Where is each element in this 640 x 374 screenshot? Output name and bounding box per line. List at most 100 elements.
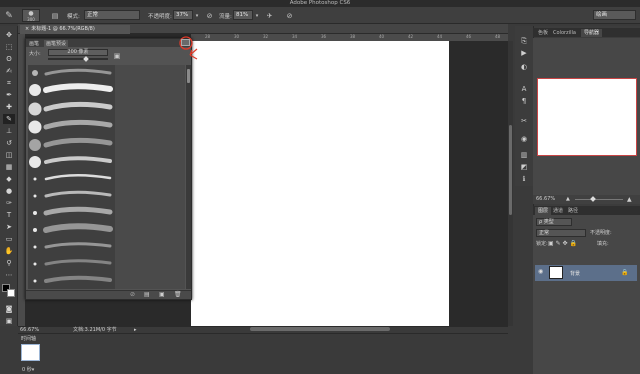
tab-channels[interactable]: 通道 (550, 207, 566, 215)
vertical-scrollbar-thumb[interactable] (509, 125, 512, 215)
document-tab[interactable]: × 未标题-1 @ 66.7%(RGB/8) (20, 25, 130, 34)
tab-navigator[interactable]: 导航器 (581, 29, 603, 37)
blur-tool-icon[interactable]: ◆ (3, 174, 15, 184)
mode-select[interactable]: 正常 (84, 10, 140, 20)
brush-panel-toggle-icon[interactable]: ▤ (49, 10, 61, 21)
zoom-out-icon[interactable]: ▲ (566, 195, 570, 204)
history-brush-tool-icon[interactable]: ↺ (3, 138, 15, 148)
info-panel-icon[interactable]: ℹ (518, 174, 530, 184)
close-tab-icon[interactable]: × (25, 26, 29, 32)
clone-stamp-tool-icon[interactable]: ⊥ (3, 126, 15, 136)
type-tool-icon[interactable]: T (3, 210, 15, 220)
crop-tool-icon[interactable]: ⌗ (3, 78, 15, 88)
paragraph-panel-icon[interactable]: ¶ (518, 96, 530, 106)
tab-brush-presets[interactable]: 画笔预设 (44, 40, 69, 47)
layer-filter-select[interactable]: ρ 类型 (536, 218, 572, 226)
navigator-preview[interactable] (537, 78, 637, 156)
pen-tool-icon[interactable]: ✑ (3, 198, 15, 208)
clone-source-icon[interactable]: ◉ (518, 134, 530, 144)
workspace-select[interactable]: 绘画 (593, 10, 636, 20)
brush-list-scroll-thumb[interactable] (187, 69, 190, 83)
brush-panel-tabs: 画笔 画笔预设 (26, 39, 191, 47)
shape-tool-icon[interactable]: ▭ (3, 234, 15, 244)
move-tool-icon[interactable]: ✥ (3, 30, 15, 40)
horizontal-scrollbar-thumb[interactable] (250, 327, 390, 331)
marquee-tool-icon[interactable]: ⬚ (3, 42, 15, 52)
dodge-tool-icon[interactable]: ● (3, 186, 15, 196)
ruler-mark: 34 (292, 34, 298, 39)
flow-value: 81% (236, 12, 249, 18)
opacity-input[interactable]: 37% (173, 10, 193, 20)
brush-list-scrollbar[interactable] (186, 65, 191, 289)
layer-thumbnail (549, 266, 563, 279)
opacity-value: 37% (176, 12, 189, 18)
flow-label: 流量: (219, 14, 232, 20)
vertical-ruler (18, 34, 25, 326)
navigator-tabs: 色板 Colorzilla 导航器 (533, 28, 640, 37)
character-panel-icon[interactable]: A (518, 84, 530, 94)
hand-tool-icon[interactable]: ✋ (3, 246, 15, 256)
brush-panel-menu-icon[interactable] (181, 39, 190, 46)
visibility-eye-icon[interactable]: ◉ (538, 268, 543, 275)
actions-panel-icon[interactable]: ▶ (518, 48, 530, 58)
toggle-preview-icon[interactable]: ⊘ (130, 291, 135, 298)
flow-input[interactable]: 81% (233, 10, 253, 20)
collapsed-panels-dock: ⎘ ▶ ◐ A ¶ ✂ ◉ ▥ ◩ ℹ (515, 26, 533, 186)
gradient-tool-icon[interactable]: ▦ (3, 162, 15, 172)
background-color-swatch[interactable] (7, 289, 15, 297)
frame-time[interactable]: 0 秒▾ (22, 366, 34, 373)
pressure-opacity-icon[interactable]: ⊘ (204, 10, 215, 21)
tab-brush[interactable]: 画笔 (29, 40, 39, 47)
pressure-size-icon[interactable]: ⊘ (284, 10, 295, 21)
app-title: Adobe Photoshop CS6 (289, 0, 351, 6)
lock-icons[interactable]: ▣ ✎ ✥ 🔒 (548, 240, 577, 248)
tab-colorzilla[interactable]: Colorzilla (550, 29, 579, 37)
new-preset-icon[interactable]: ▣ (112, 51, 122, 61)
eraser-tool-icon[interactable]: ◫ (3, 150, 15, 160)
more-tools-icon[interactable]: ⋯ (3, 270, 15, 280)
history-panel-icon[interactable]: ⎘ (518, 36, 530, 46)
lock-label: 锁定: (536, 241, 548, 247)
navigator-zoom[interactable]: 66.67% (536, 195, 555, 204)
quick-mask-icon[interactable]: ◙ (3, 304, 15, 314)
ruler-mark: 44 (437, 34, 443, 39)
tab-swatches[interactable]: 色板 (535, 29, 551, 37)
tab-layers[interactable]: 图层 (535, 207, 552, 215)
tools-panel: ✥ ⬚ ʘ ✍ ⌗ ✒ ✚ ✎ ⊥ ↺ ◫ ▦ ◆ ● ✑ T ➤ ▭ ✋ ⚲ … (0, 26, 18, 326)
eyedropper-tool-icon[interactable]: ✒ (3, 90, 15, 100)
size-slider[interactable] (48, 58, 108, 60)
canvas[interactable] (191, 41, 449, 326)
ruler-mark: 32 (263, 34, 269, 39)
navigator-zoom-slider[interactable] (575, 199, 623, 200)
airbrush-icon[interactable]: ✈ (264, 10, 275, 21)
path-select-tool-icon[interactable]: ➤ (3, 222, 15, 232)
quick-select-tool-icon[interactable]: ✍ (3, 66, 15, 76)
brush-preset-list[interactable] (28, 65, 115, 289)
screen-mode-icon[interactable]: ▣ (3, 316, 15, 326)
opacity-dropdown-icon[interactable]: ▾ (194, 11, 200, 20)
opacity-label: 不透明度: (148, 14, 172, 20)
brush-tool-icon-active[interactable]: ✎ (3, 114, 15, 124)
styles-panel-icon[interactable]: ◩ (518, 162, 530, 172)
zoom-tool-icon[interactable]: ⚲ (3, 258, 15, 268)
brush-preset-picker[interactable]: ● 300 (22, 9, 40, 22)
layer-blend-mode-select[interactable]: 正常 (536, 229, 586, 237)
brush-tool-icon[interactable]: ✎ (3, 10, 15, 21)
brush-preview-area (115, 65, 185, 289)
adjustments-panel-icon[interactable]: ◐ (518, 62, 530, 72)
lasso-tool-icon[interactable]: ʘ (3, 54, 15, 64)
navigator-zoom-handle[interactable] (590, 196, 596, 202)
delete-brush-icon[interactable]: 🗑 (174, 291, 182, 298)
tab-paths[interactable]: 路径 (565, 207, 581, 215)
open-brush-panel-icon[interactable]: ▤ (144, 291, 150, 298)
brush-strokes (28, 68, 113, 283)
flow-dropdown-icon[interactable]: ▾ (254, 11, 260, 20)
brush-panel: 画笔 画笔预设 大小: 200 像素 ▣ ⊘ ▤ ▣ 🗑 (25, 38, 192, 300)
new-brush-icon[interactable]: ▣ (159, 291, 165, 298)
tool-presets-icon[interactable]: ✂ (518, 116, 530, 126)
swatches-panel-icon[interactable]: ▥ (518, 150, 530, 160)
healing-brush-tool-icon[interactable]: ✚ (3, 102, 15, 112)
timeline-frame[interactable] (21, 344, 40, 361)
size-input[interactable]: 200 像素 (48, 49, 108, 56)
zoom-in-icon[interactable]: ▲ (627, 195, 632, 204)
